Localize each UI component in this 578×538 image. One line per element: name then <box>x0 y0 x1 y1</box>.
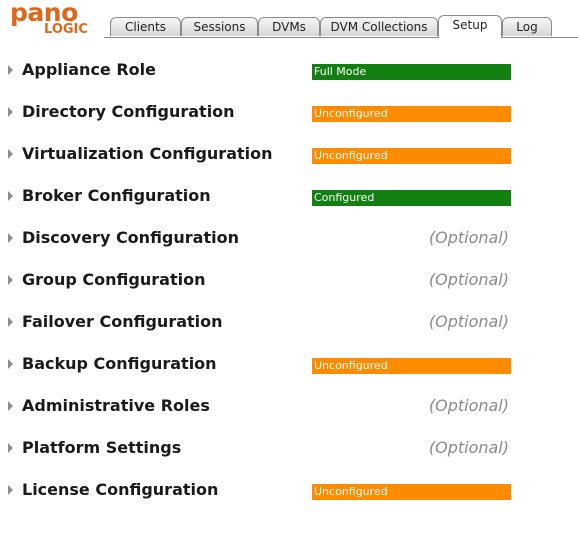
tab-sessions[interactable]: Sessions <box>181 17 258 36</box>
tab-log[interactable]: Log <box>502 17 552 36</box>
setup-row-label[interactable]: Broker Configuration <box>22 184 211 208</box>
setup-row-broker-configuration[interactable]: Broker Configuration Configured <box>0 184 578 208</box>
tab-clients[interactable]: Clients <box>110 17 181 36</box>
setup-row-label[interactable]: Backup Configuration <box>22 352 217 376</box>
tab-bar-divider <box>104 37 578 38</box>
tab-dvm-collections[interactable]: DVM Collections <box>320 17 438 36</box>
setup-row-label[interactable]: Directory Configuration <box>22 100 235 124</box>
setup-row-discovery-configuration[interactable]: Discovery Configuration (Optional) <box>0 226 578 250</box>
setup-row-platform-settings[interactable]: Platform Settings (Optional) <box>0 436 578 460</box>
header: pano LOGIC Clients Sessions DVMs DVM Col… <box>0 0 578 40</box>
tab-setup[interactable]: Setup <box>438 15 502 38</box>
expand-arrow-icon[interactable] <box>8 275 13 285</box>
setup-row-group-configuration[interactable]: Group Configuration (Optional) <box>0 268 578 292</box>
setup-row-backup-configuration[interactable]: Backup Configuration Unconfigured <box>0 352 578 376</box>
status-badge: Full Mode <box>312 64 511 80</box>
optional-label: (Optional) <box>428 228 509 247</box>
expand-arrow-icon[interactable] <box>8 191 13 201</box>
optional-label: (Optional) <box>428 438 509 457</box>
tab-dvms[interactable]: DVMs <box>258 17 320 36</box>
optional-label: (Optional) <box>428 396 509 415</box>
setup-row-label[interactable]: Appliance Role <box>22 58 156 82</box>
expand-arrow-icon[interactable] <box>8 65 13 75</box>
expand-arrow-icon[interactable] <box>8 443 13 453</box>
expand-arrow-icon[interactable] <box>8 149 13 159</box>
setup-row-label[interactable]: Group Configuration <box>22 268 205 292</box>
expand-arrow-icon[interactable] <box>8 107 13 117</box>
status-badge: Unconfigured <box>312 358 511 374</box>
setup-row-label[interactable]: Discovery Configuration <box>22 226 239 250</box>
pano-logic-logo: pano LOGIC <box>10 0 96 38</box>
expand-arrow-icon[interactable] <box>8 485 13 495</box>
setup-row-appliance-role[interactable]: Appliance Role Full Mode <box>0 58 578 82</box>
status-badge: Unconfigured <box>312 106 511 122</box>
status-badge: Configured <box>312 190 511 206</box>
setup-row-failover-configuration[interactable]: Failover Configuration (Optional) <box>0 310 578 334</box>
expand-arrow-icon[interactable] <box>8 359 13 369</box>
setup-row-administrative-roles[interactable]: Administrative Roles (Optional) <box>0 394 578 418</box>
expand-arrow-icon[interactable] <box>8 317 13 327</box>
optional-label: (Optional) <box>428 270 509 289</box>
expand-arrow-icon[interactable] <box>8 233 13 243</box>
setup-row-label[interactable]: Failover Configuration <box>22 310 223 334</box>
status-badge: Unconfigured <box>312 484 511 500</box>
setup-row-directory-configuration[interactable]: Directory Configuration Unconfigured <box>0 100 578 124</box>
setup-row-label[interactable]: Virtualization Configuration <box>22 142 273 166</box>
setup-row-virtualization-configuration[interactable]: Virtualization Configuration Unconfigured <box>0 142 578 166</box>
setup-row-label[interactable]: Platform Settings <box>22 436 181 460</box>
setup-row-label[interactable]: Administrative Roles <box>22 394 210 418</box>
setup-row-license-configuration[interactable]: License Configuration Unconfigured <box>0 478 578 502</box>
logo-text-logic: LOGIC <box>44 22 88 37</box>
setup-row-label[interactable]: License Configuration <box>22 478 218 502</box>
optional-label: (Optional) <box>428 312 509 331</box>
expand-arrow-icon[interactable] <box>8 401 13 411</box>
status-badge: Unconfigured <box>312 148 511 164</box>
